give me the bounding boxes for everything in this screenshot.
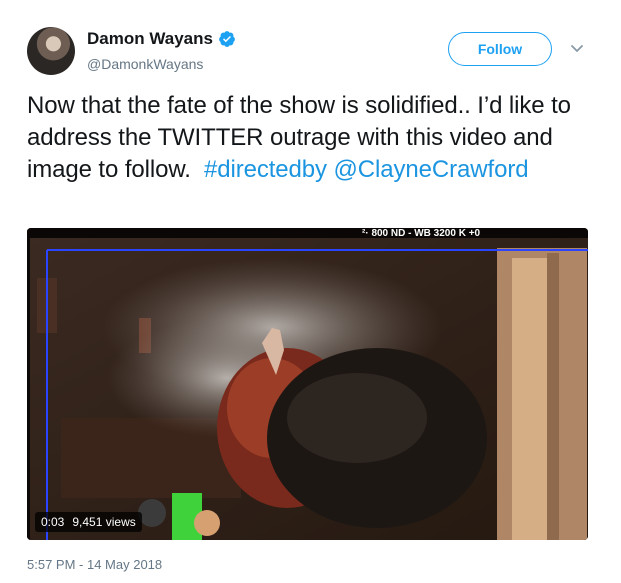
- hashtag-link[interactable]: #directedby: [204, 156, 327, 183]
- verified-badge-icon: [219, 31, 235, 47]
- video-overlay: 0:03 9,451 views: [35, 512, 142, 532]
- tweet-text: Now that the fate of the show is solidif…: [27, 90, 602, 186]
- author-handle[interactable]: @DamonkWayans: [87, 56, 203, 72]
- video-views: 9,451 views: [72, 515, 136, 529]
- tweet-timestamp[interactable]: 5:57 PM - 14 May 2018: [27, 557, 162, 572]
- follow-button[interactable]: Follow: [448, 32, 552, 66]
- video-frame: ²· 800 ND - WB 3200 K +0: [27, 228, 588, 540]
- author-name-row[interactable]: Damon Wayans: [87, 29, 236, 49]
- video-player[interactable]: ²· 800 ND - WB 3200 K +0 0:03 9,451 view…: [27, 228, 588, 540]
- avatar[interactable]: [27, 27, 75, 75]
- camera-readout: ²· 800 ND - WB 3200 K +0: [362, 228, 481, 239]
- mention-link[interactable]: @ClayneCrawford: [334, 156, 529, 183]
- chevron-down-icon[interactable]: [569, 40, 585, 56]
- author-display-name[interactable]: Damon Wayans: [87, 29, 213, 49]
- video-time: 0:03: [41, 515, 65, 529]
